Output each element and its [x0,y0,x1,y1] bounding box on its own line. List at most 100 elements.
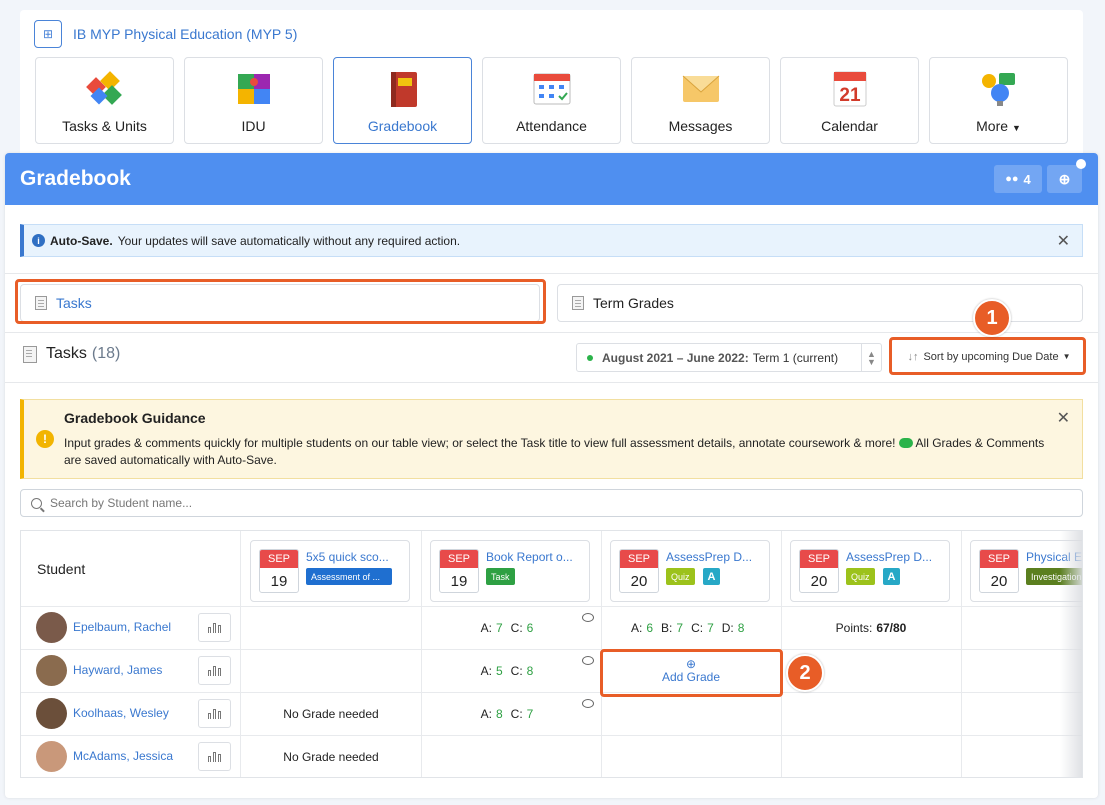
student-search-input[interactable]: Search by Student name... [20,489,1083,517]
grade-cell: No Grade needed [283,749,379,764]
term-name: Term 1 (current) [752,350,839,365]
avatar [36,741,67,772]
assessprep-badge: A [883,568,900,585]
language-button[interactable]: ⊕ [1047,165,1082,193]
grade-cell[interactable]: A: 5 C: 8 [421,649,601,692]
notification-dot [1076,159,1086,169]
term-select[interactable]: August 2021 – June 2022: Term 1 (current… [576,343,882,372]
table-row: Hayward, James A: 5 C: 8 ⊕ Add Grade [21,649,1082,692]
comment-icon[interactable] [582,656,594,665]
search-icon [31,497,42,509]
grade-cell[interactable]: A: 6 B: 7 C: 7 D: 8 [601,606,781,649]
grade-cell[interactable]: A: 8 C: 7 [421,692,601,735]
panel-header: Gradebook ●● 4 ⊕ [5,153,1098,205]
select-stepper-icon: ▲ ▼ [861,344,881,371]
close-icon[interactable]: ✕ [1057,231,1070,251]
cloud-check-icon [898,438,913,448]
grade-cell[interactable]: A: 7 C: 6 [421,606,601,649]
student-chart-button[interactable] [198,613,231,642]
autosave-label: Auto-Save. [50,233,113,248]
course-header: ⊞ IB MYP Physical Education (MYP 5) [34,20,297,48]
task-card[interactable]: SEP 20 AssessPrep D... Quiz A [790,540,950,602]
task-title[interactable]: AssessPrep D... [846,550,948,564]
guidance-alert: ! Gradebook Guidance Input grades & comm… [20,399,1083,479]
task-type-badge: Task [486,568,515,585]
autosave-text: Your updates will save automatically wit… [117,233,461,248]
app-label: Tasks & Units [62,118,147,134]
app-label: IDU [241,118,266,134]
divider [5,332,1098,333]
table-row: Epelbaum, Rachel A: 7 C: 6 A: 6 B: 7 C: 7 D: 8… [21,606,1082,649]
due-date: SEP 20 [799,549,839,593]
grid-icon[interactable]: ⊞ [34,20,62,48]
app-label: More ▼ [976,118,1021,134]
autosave-alert: i Auto-Save. Your updates will save auto… [20,224,1083,257]
task-type-badge: Assessment of ... [306,568,392,585]
envelope-icon [681,70,721,108]
calendar-icon-day: 21 [839,85,861,106]
app-idu[interactable]: IDU [184,57,323,144]
student-name-link[interactable]: McAdams, Jessica [73,749,173,763]
app-gradebook[interactable]: Gradebook [333,57,472,144]
student-name-link[interactable]: Epelbaum, Rachel [73,620,171,634]
globe-icon: ⊕ [1058,170,1071,187]
gradebook-table: Student SEP 19 5x5 quick sco... Assessmen… [20,530,1083,778]
term-range: August 2021 – June 2022: [602,350,749,365]
course-apps-card: ⊞ IB MYP Physical Education (MYP 5) Task… [20,10,1083,160]
close-icon[interactable]: ✕ [1057,408,1070,428]
table-row: McAdams, Jessica No Grade needed [21,735,1082,777]
task-title[interactable]: AssessPrep D... [666,550,768,564]
app-label: Calendar [821,118,878,134]
users-icon: ●● [1005,173,1019,185]
info-icon: i [32,234,45,247]
avatar [36,698,67,729]
warning-icon: ! [36,430,54,448]
callout-number-2: 2 [786,654,824,692]
due-date: SEP 20 [619,549,659,593]
callout-number-1: 1 [973,299,1011,337]
gradebook-panel: Gradebook ●● 4 ⊕ i Auto-Save. Your updat… [5,153,1098,798]
student-column-header[interactable]: Student [37,561,85,577]
avatar [36,655,67,686]
tasks-label: Tasks [46,345,87,362]
app-attendance[interactable]: Attendance [482,57,621,144]
task-card[interactable]: SEP 19 5x5 quick sco... Assessment of ... [250,540,410,602]
student-chart-button[interactable] [198,742,231,771]
app-calendar[interactable]: 21 Calendar [780,57,919,144]
comment-icon[interactable] [582,613,594,622]
task-title[interactable]: Book Report o... [486,550,588,564]
scroll-fade [1060,531,1082,777]
divider [5,273,1098,274]
assessprep-badge: A [703,568,720,585]
calendar-icon: 21 [830,70,870,108]
page-title: Gradebook [20,167,131,190]
avatar [36,612,67,643]
callout-highlight-sort [889,337,1086,375]
app-label: Gradebook [367,118,438,134]
comment-icon[interactable] [582,699,594,708]
puzzle-icon [85,70,125,108]
guidance-title: Gradebook Guidance [64,410,206,426]
app-tasks-units[interactable]: Tasks & Units [35,57,174,144]
task-card[interactable]: SEP 19 Book Report o... Task [430,540,590,602]
puzzle-grid-icon [234,70,274,108]
due-date: SEP 20 [979,549,1019,593]
task-title[interactable]: 5x5 quick sco... [306,550,408,564]
task-type-badge: Quiz [666,568,695,585]
app-label: Messages [668,118,733,134]
student-name-link[interactable]: Hayward, James [73,663,162,677]
course-title[interactable]: IB MYP Physical Education (MYP 5) [73,26,297,42]
task-type-badge: Quiz [846,568,875,585]
members-button[interactable]: ●● 4 [994,165,1042,193]
task-card[interactable]: SEP 20 AssessPrep D... Quiz A [610,540,770,602]
document-icon [23,345,37,363]
app-messages[interactable]: Messages [631,57,770,144]
due-date: SEP 19 [439,549,479,593]
student-name-link[interactable]: Koolhaas, Wesley [73,706,169,720]
members-count: 4 [1023,171,1031,187]
callout-highlight-tasks-tab [15,279,546,324]
grade-cell[interactable]: Points: 67/80 [781,606,961,649]
student-chart-button[interactable] [198,699,231,728]
student-chart-button[interactable] [198,656,231,685]
app-more[interactable]: More ▼ [929,57,1068,144]
